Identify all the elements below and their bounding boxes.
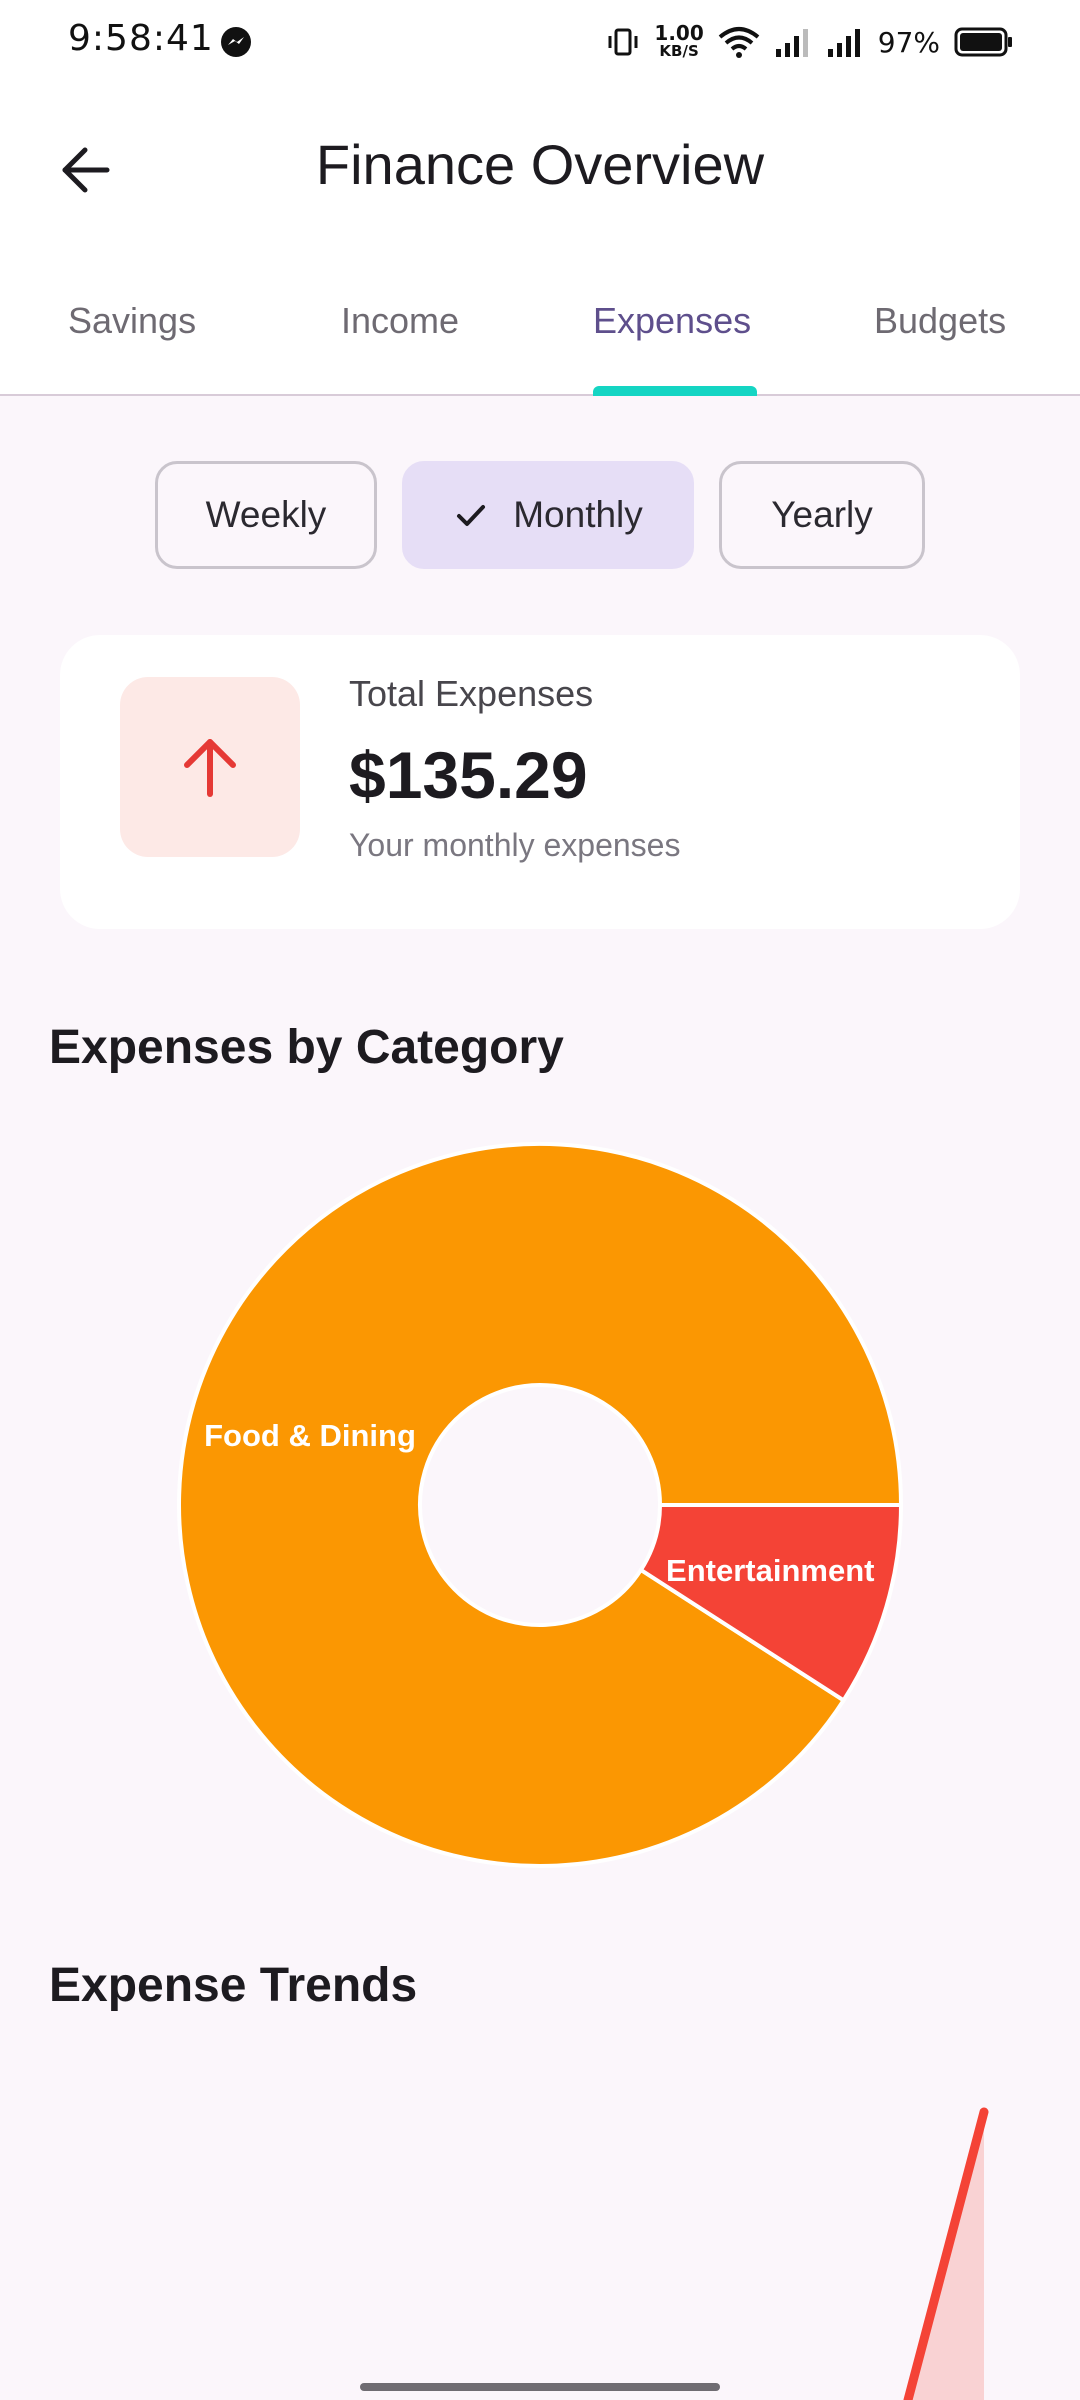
pie-svg: Food & Dining Entertainment <box>177 1142 904 1868</box>
pie-label: Entertainment <box>666 1553 874 1588</box>
chip-monthly-label: Monthly <box>513 494 643 535</box>
trends-section-title: Expense Trends <box>49 1959 418 2012</box>
trend-svg <box>903 2107 989 2400</box>
category-section-title: Expenses by Category <box>49 1021 564 1074</box>
tab-income[interactable]: Income <box>341 300 459 396</box>
messenger-icon <box>221 27 251 57</box>
battery-percentage: 97% <box>877 25 940 59</box>
tab-budgets[interactable]: Budgets <box>874 300 1006 396</box>
tab-expenses[interactable]: Expenses <box>593 300 751 396</box>
home-indicator[interactable] <box>360 2383 720 2391</box>
pie-label: Food & Dining <box>204 1418 416 1453</box>
app-bar: Finance Overview <box>0 100 1080 240</box>
category-pie-chart: Food & Dining Entertainment <box>0 1130 1080 1870</box>
signal-icon-sim2 <box>827 29 860 57</box>
wifi-icon <box>718 27 760 58</box>
network-speed-value: 1.00 <box>654 21 704 45</box>
period-selector: Weekly Monthly Yearly <box>0 461 1080 571</box>
network-speed: 1.00 KB/S <box>654 21 704 60</box>
chip-yearly[interactable]: Yearly <box>719 461 925 569</box>
summary-icon-box <box>120 677 300 857</box>
total-expenses-card: Total Expenses $135.29 Your monthly expe… <box>60 635 1020 929</box>
page-title: Finance Overview <box>315 133 765 196</box>
tab-savings[interactable]: Savings <box>68 300 196 396</box>
arrow-up-icon <box>184 739 236 797</box>
summary-label: Total Expenses <box>349 673 594 714</box>
chip-yearly-label: Yearly <box>771 494 873 535</box>
battery-icon <box>954 27 1012 57</box>
tab-bar: Savings Income Expenses Budgets <box>0 270 1080 396</box>
summary-amount: $135.29 <box>349 738 588 812</box>
trend-chart <box>0 2040 1080 2400</box>
network-speed-unit: KB/S <box>659 42 699 60</box>
active-tab-indicator <box>593 386 757 396</box>
check-icon <box>453 497 489 533</box>
vibrate-icon <box>608 28 638 56</box>
chip-monthly[interactable]: Monthly <box>402 461 694 569</box>
status-bar: 9:58:41 1.00 KB/S 97% <box>0 0 1080 80</box>
signal-icon-sim1 <box>775 29 808 57</box>
chip-weekly[interactable]: Weekly <box>155 461 377 569</box>
summary-subtitle: Your monthly expenses <box>349 827 681 863</box>
status-icons: 1.00 KB/S 97% <box>606 20 1014 64</box>
status-time: 9:58:41 <box>68 18 214 59</box>
chip-weekly-label: Weekly <box>205 494 327 535</box>
